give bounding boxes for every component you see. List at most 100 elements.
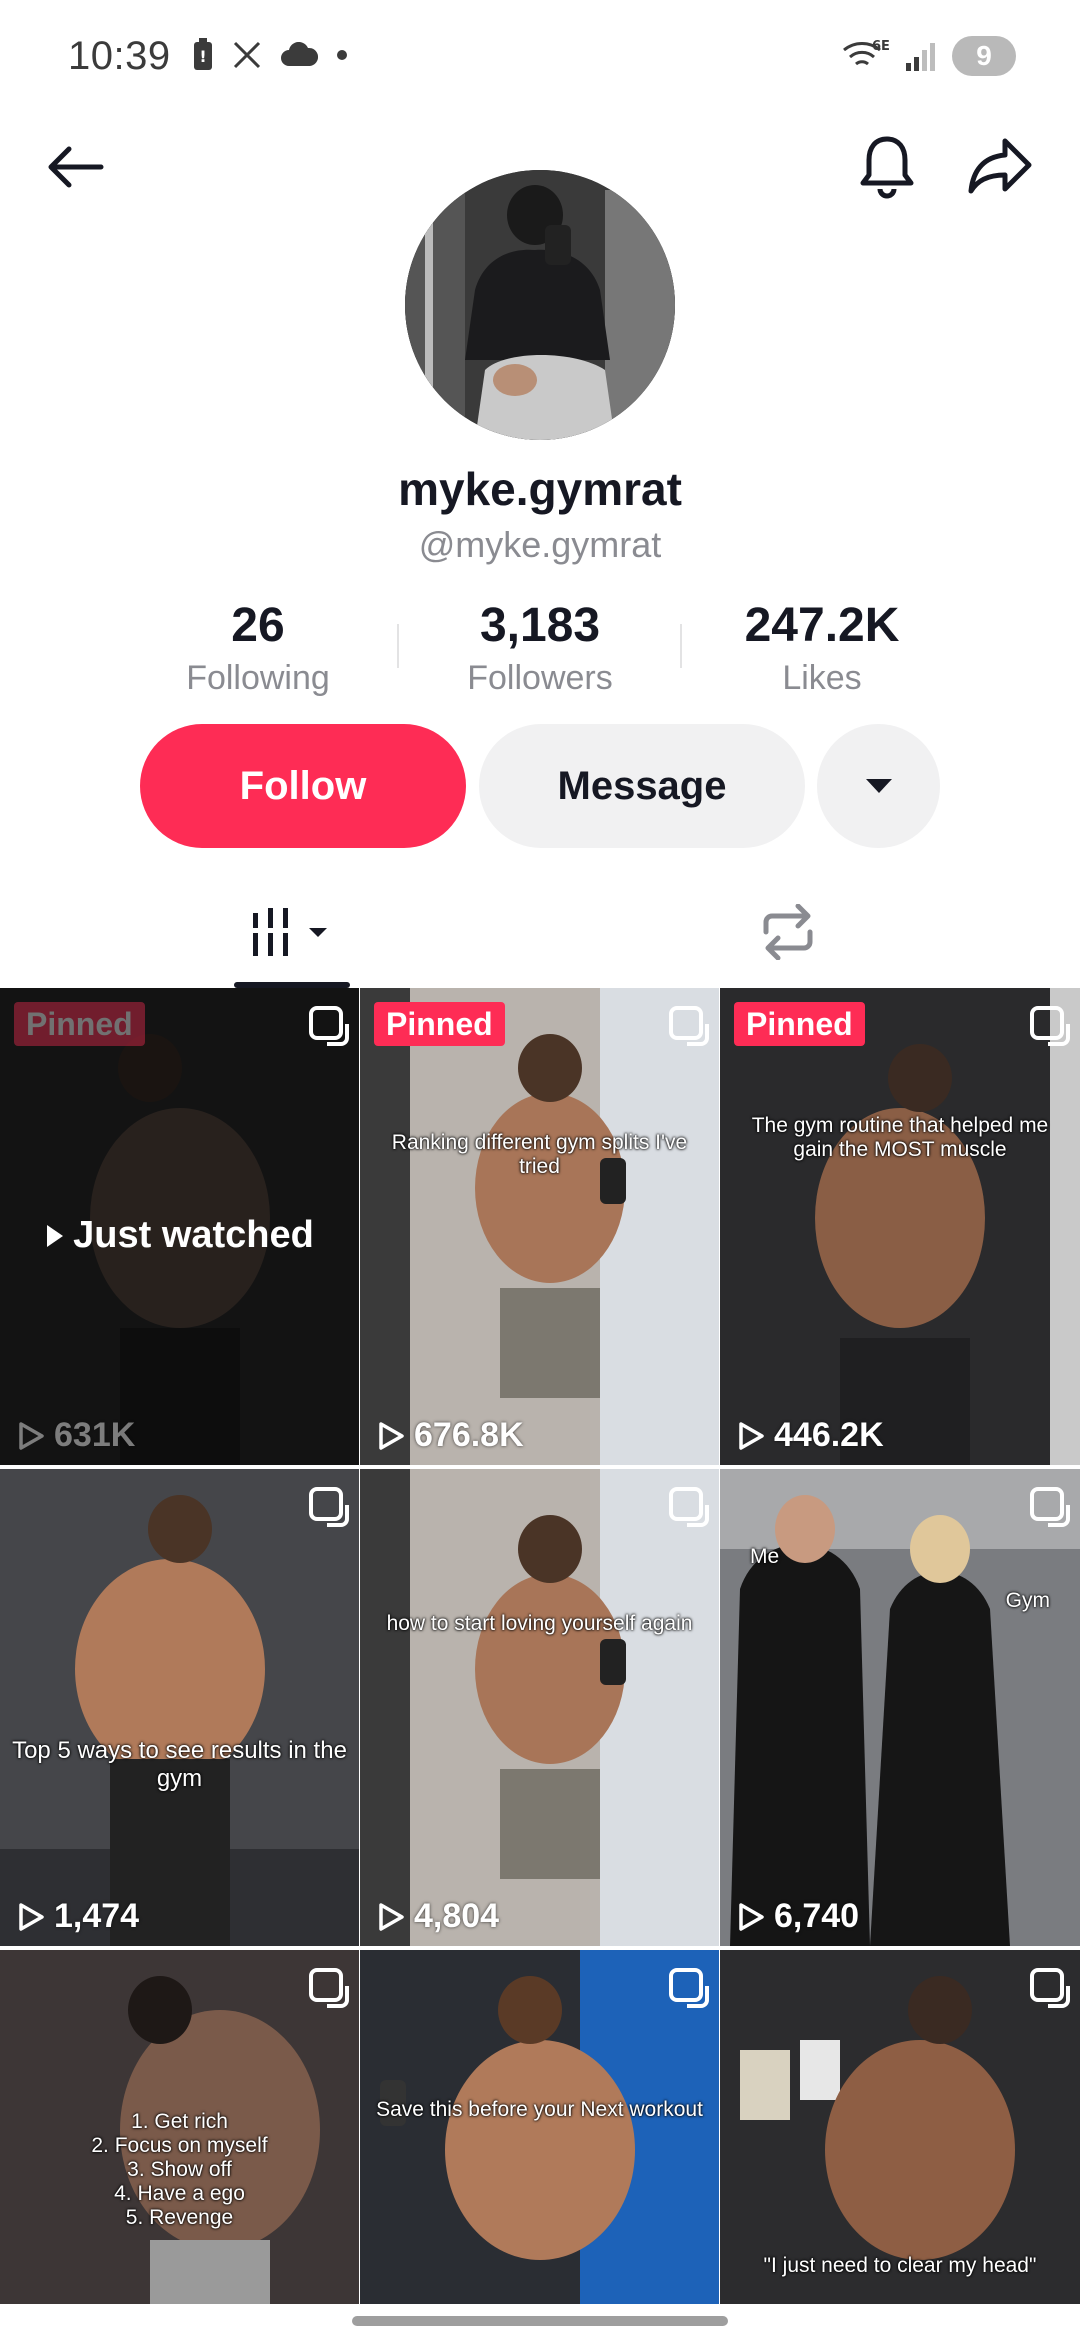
view-count: 4,804 xyxy=(376,1897,499,1936)
just-watched-label: Just watched xyxy=(0,1214,359,1257)
likes-label: Likes xyxy=(782,659,862,697)
play-outline-icon xyxy=(379,1421,404,1450)
view-count-text: 631K xyxy=(54,1416,136,1454)
profile-stats: 26 Following 3,183 Followers 247.2K Like… xyxy=(0,596,1080,706)
stat-following[interactable]: 26 Following xyxy=(133,596,383,700)
multi-photo-icon xyxy=(1030,1487,1070,1527)
pinned-badge: Pinned xyxy=(374,1002,505,1046)
video-caption: Me xyxy=(750,1545,780,1568)
signal-icon xyxy=(906,43,935,71)
status-bar: 10:39 ! 6E 9 xyxy=(0,0,1080,120)
status-time: 10:39 xyxy=(68,34,171,78)
play-outline-icon xyxy=(19,1421,44,1450)
video-thumbnail xyxy=(720,1469,1080,1946)
video-tile[interactable]: Pinned Ranking different gym splits I've… xyxy=(360,988,719,1465)
multi-photo-icon xyxy=(669,1487,709,1527)
video-thumbnail xyxy=(360,988,719,1465)
multi-photo-icon xyxy=(669,1968,709,2008)
video-tile[interactable]: Me Gym 6,740 xyxy=(720,1469,1080,1946)
video-caption: 1. Get rich 2. Focus on myself 3. Show o… xyxy=(91,2110,268,2229)
pinned-badge: Pinned xyxy=(734,1002,865,1046)
x-app-icon xyxy=(233,41,261,69)
cloud-icon xyxy=(281,42,318,66)
video-thumbnail xyxy=(360,1469,719,1946)
play-outline-icon xyxy=(379,1902,404,1931)
repost-icon xyxy=(763,904,813,960)
video-caption: Top 5 ways to see results in the gym xyxy=(12,1737,347,1792)
notification-icons: ! xyxy=(192,38,348,72)
share-button[interactable] xyxy=(962,130,1038,202)
view-count-text: 6,740 xyxy=(774,1897,860,1935)
play-icon xyxy=(47,1224,64,1247)
stat-followers[interactable]: 3,183 Followers xyxy=(415,596,665,700)
dot-icon xyxy=(337,50,347,60)
display-name: myke.gymrat xyxy=(398,463,682,515)
suggested-accounts-button[interactable] xyxy=(817,724,940,848)
video-tile[interactable]: Pinned The gym routine that helped me ga… xyxy=(720,988,1080,1465)
video-caption: Save this before your Next workout xyxy=(376,2098,703,2121)
avatar-image xyxy=(405,170,675,440)
multi-photo-icon xyxy=(669,1006,709,1046)
multi-photo-icon xyxy=(309,1487,349,1527)
stat-divider xyxy=(680,624,682,668)
notification-bell-button[interactable] xyxy=(852,128,922,204)
following-label: Following xyxy=(186,659,330,697)
followers-count: 3,183 xyxy=(479,599,601,652)
video-thumbnail xyxy=(360,1950,719,2304)
following-count: 26 xyxy=(231,599,285,652)
view-count-text: 4,804 xyxy=(414,1897,500,1935)
wifi-6e-icon: 6E xyxy=(843,39,890,66)
avatar[interactable] xyxy=(405,170,675,440)
view-count: 1,474 xyxy=(16,1897,139,1936)
view-count-text: 676.8K xyxy=(414,1416,524,1454)
home-indicator[interactable] xyxy=(352,2316,728,2326)
video-tile[interactable]: Pinned Just watched 631K xyxy=(0,988,359,1465)
follow-button[interactable]: Follow xyxy=(140,724,466,848)
video-thumbnail xyxy=(720,1950,1080,2304)
multi-photo-icon xyxy=(1030,1968,1070,2008)
caret-down-icon xyxy=(865,779,892,793)
battery-saver-icon: ! xyxy=(194,38,212,70)
video-tile[interactable]: how to start loving yourself again 4,804 xyxy=(360,1469,719,1946)
system-icons: 6E 9 xyxy=(840,36,1016,76)
svg-text:!: ! xyxy=(199,47,206,66)
likes-count: 247.2K xyxy=(744,599,900,652)
video-caption: how to start loving yourself again xyxy=(386,1612,693,1635)
view-count: 631K xyxy=(16,1416,135,1455)
videos-grid-icon xyxy=(249,908,327,956)
video-tile[interactable]: Top 5 ways to see results in the gym 1,4… xyxy=(0,1469,359,1946)
tab-videos[interactable] xyxy=(234,880,350,984)
arrow-left-icon xyxy=(48,146,104,188)
multi-photo-icon xyxy=(309,1968,349,2008)
followers-label: Followers xyxy=(467,659,613,697)
username: @myke.gymrat xyxy=(418,524,662,565)
view-count-text: 446.2K xyxy=(774,1416,884,1454)
pinned-badge: Pinned xyxy=(14,1002,145,1046)
video-caption: "I just need to clear my head" xyxy=(763,2254,1037,2277)
back-button[interactable] xyxy=(40,132,110,202)
view-count: 446.2K xyxy=(736,1416,884,1455)
message-button[interactable]: Message xyxy=(479,724,805,848)
video-tile[interactable]: Save this before your Next workout xyxy=(360,1950,719,2304)
video-caption: The gym routine that helped me gain the … xyxy=(751,1114,1049,1161)
video-thumbnail xyxy=(720,988,1080,1465)
video-grid: Pinned Just watched 631K Pinned Ranking … xyxy=(0,988,1080,2304)
multi-photo-icon xyxy=(309,1006,349,1046)
video-tile[interactable]: "I just need to clear my head" xyxy=(720,1950,1080,2304)
battery-indicator: 9 xyxy=(952,36,1016,76)
play-outline-icon xyxy=(739,1421,764,1450)
multi-photo-icon xyxy=(1030,1006,1070,1046)
tab-reposts[interactable] xyxy=(730,880,846,984)
view-count-text: 1,474 xyxy=(54,1897,140,1935)
share-arrow-icon xyxy=(968,138,1032,194)
video-thumbnail xyxy=(0,1469,359,1946)
network-label: 6E xyxy=(872,39,890,54)
play-outline-icon xyxy=(19,1902,44,1931)
stat-divider xyxy=(397,624,399,668)
video-tile[interactable]: 1. Get rich 2. Focus on myself 3. Show o… xyxy=(0,1950,359,2304)
video-caption: Ranking different gym splits I've tried xyxy=(391,1131,688,1178)
just-watched-text: Just watched xyxy=(73,1214,314,1256)
bell-icon xyxy=(860,136,914,199)
view-count: 6,740 xyxy=(736,1897,859,1936)
stat-likes[interactable]: 247.2K Likes xyxy=(697,596,947,700)
